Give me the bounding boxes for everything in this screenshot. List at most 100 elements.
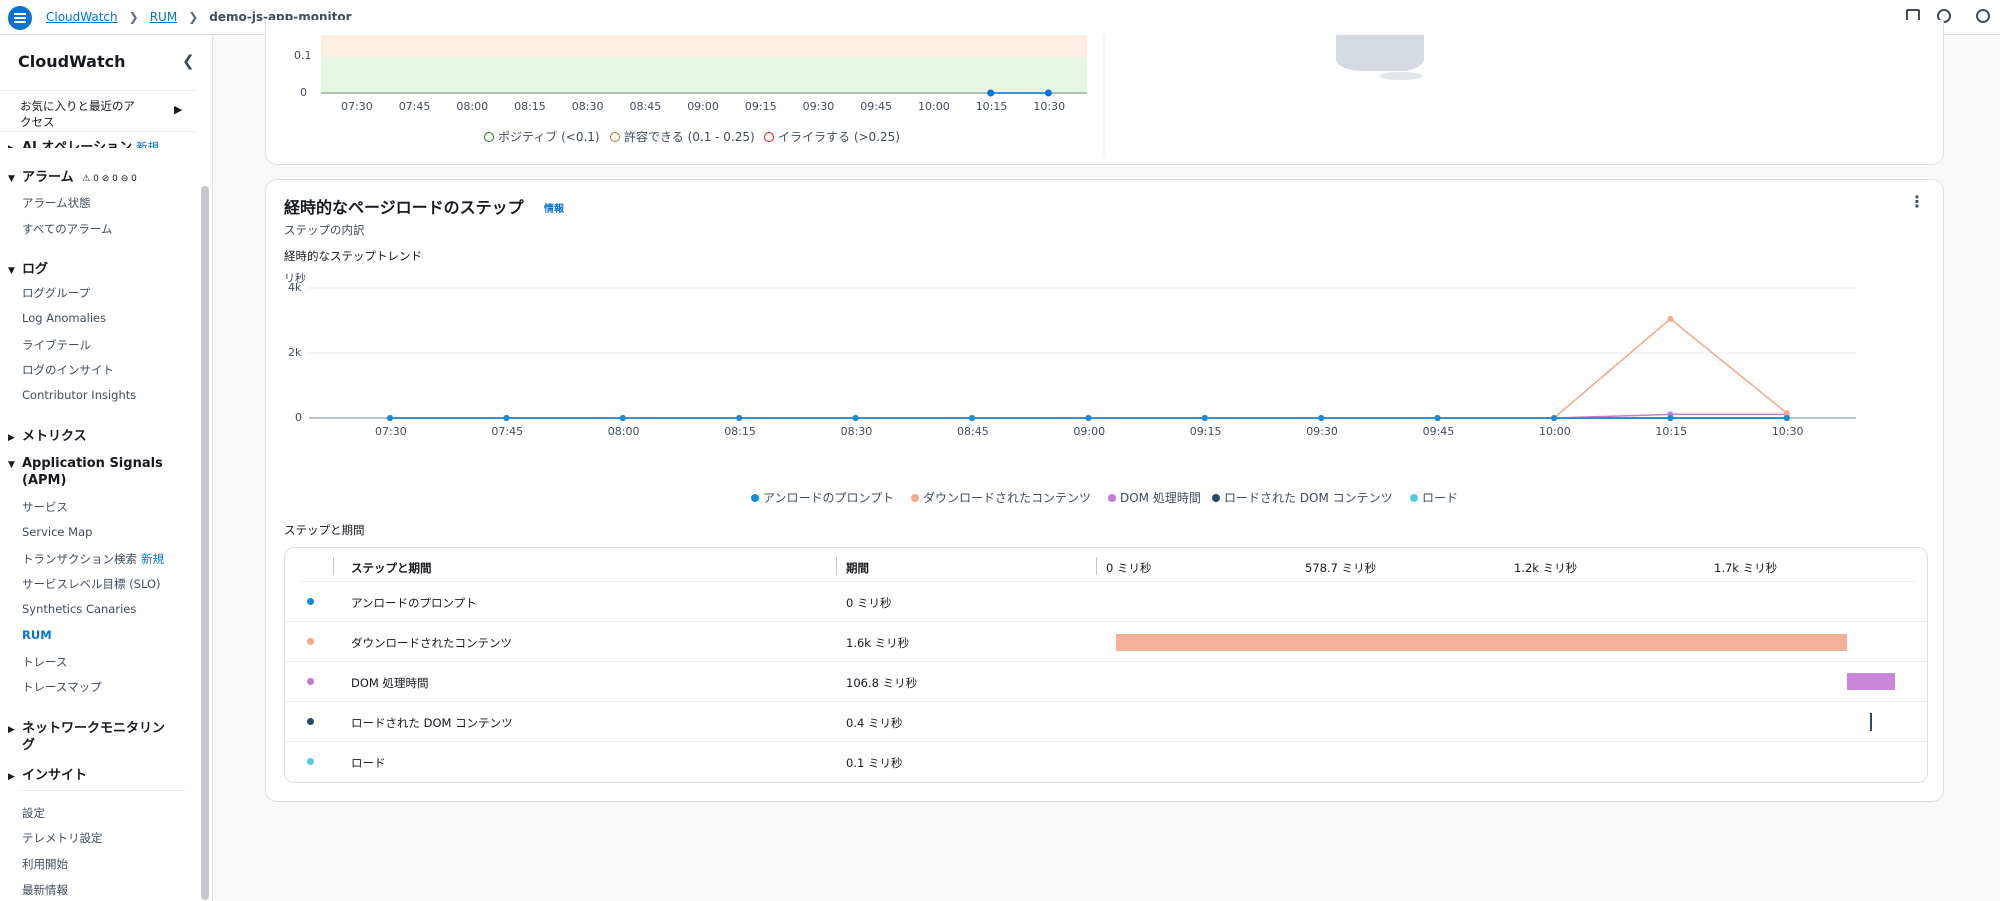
x-tick-label: 08:00 <box>607 425 640 438</box>
duration-bar[interactable] <box>1847 673 1895 690</box>
chevron-left-icon[interactable]: ❮ <box>182 52 195 70</box>
nav-log-anomalies[interactable]: Log Anomalies <box>22 311 106 325</box>
scale-tick: 1.2k ミリ秒 <box>1514 561 1578 575</box>
legend-item[interactable]: DOM 処理時間 <box>1108 489 1201 506</box>
x-tick-label: 07:30 <box>375 425 407 438</box>
x-tick-label: 08:30 <box>840 425 873 438</box>
breadcrumb-cloudwatch[interactable]: CloudWatch <box>46 10 118 24</box>
x-tick-label: 09:30 <box>1306 425 1338 438</box>
data-point[interactable] <box>619 415 626 421</box>
legend-frustrating[interactable]: イライラする (>0.25) <box>764 128 900 145</box>
cls-y-tick-0.1: 0.1 <box>294 49 312 62</box>
nav-application-signals[interactable]: ▼ Application Signals <box>8 456 163 471</box>
data-point[interactable] <box>969 415 975 421</box>
favorites-section[interactable]: お気に入りと最近のアクセス ▶ <box>0 90 195 132</box>
data-point[interactable] <box>1318 415 1325 421</box>
row-step-name: ロード <box>351 756 386 770</box>
nav-slo[interactable]: サービスレベル目標 (SLO) <box>22 576 160 592</box>
legend-item[interactable]: ダウンロードされたコンテンツ <box>911 489 1091 506</box>
nav-application-signals-apm: (APM) <box>22 473 67 488</box>
nav-rum[interactable]: RUM <box>22 628 52 642</box>
info-link[interactable]: 情報 <box>544 200 564 215</box>
nav-alarm-state[interactable]: アラーム状態 <box>22 195 91 211</box>
sidebar-scrollbar[interactable] <box>201 186 209 900</box>
nav-logs[interactable]: ▼ ログ <box>8 258 48 277</box>
nav-log-groups[interactable]: ロググループ <box>22 285 90 301</box>
nav-all-alarms[interactable]: すべてのアラーム <box>22 221 112 237</box>
data-point[interactable] <box>1667 415 1674 421</box>
nav-live-tail[interactable]: ライブテール <box>22 337 91 353</box>
header-duration[interactable]: 期間 <box>846 560 869 576</box>
nav-service-map[interactable]: Service Map <box>22 525 92 539</box>
menu-icon[interactable] <box>8 6 32 30</box>
more-actions-icon[interactable]: ⋮ <box>1909 192 1925 211</box>
row-duration: 0.1 ミリ秒 <box>846 756 903 770</box>
legend-item[interactable]: アンロードのプロンプト <box>751 489 894 506</box>
data-point[interactable] <box>1434 415 1441 421</box>
data-point[interactable] <box>1551 415 1557 421</box>
cls-data-point[interactable] <box>987 89 995 97</box>
series-color-dot <box>307 678 314 685</box>
data-point[interactable] <box>1783 415 1790 421</box>
series-color-dot <box>307 638 314 645</box>
row-step-name: ロードされた DOM コンテンツ <box>351 716 513 730</box>
data-point[interactable] <box>852 415 859 421</box>
breadcrumb-rum[interactable]: RUM <box>150 10 177 24</box>
cls-x-tick: 09:30 <box>802 100 835 113</box>
nav-network-monitoring-2: グ <box>22 738 36 753</box>
legend-positive[interactable]: ポジティブ (<0.1) <box>484 128 600 145</box>
nav-settings[interactable]: 設定 <box>22 805 45 821</box>
favorites-label: お気に入りと最近のアクセス <box>20 99 135 129</box>
duration-bar[interactable] <box>1870 713 1872 731</box>
nav-ai-operations[interactable]: ▶AI オペレーション新規 <box>8 136 159 148</box>
nav-synthetics[interactable]: Synthetics Canaries <box>22 602 136 616</box>
row-duration: 106.8 ミリ秒 <box>846 676 918 690</box>
x-tick-label: 10:00 <box>1539 425 1571 438</box>
cls-x-tick: 09:45 <box>860 100 892 113</box>
series-line <box>390 317 1788 419</box>
sidebar-title: CloudWatch <box>18 52 126 71</box>
settings-icon[interactable] <box>1976 9 1990 23</box>
nav-insights[interactable]: ▶ インサイト <box>8 764 87 783</box>
data-point[interactable] <box>1201 415 1208 421</box>
duration-bar[interactable] <box>1116 634 1847 651</box>
header-step[interactable]: ステップと期間 <box>351 560 432 576</box>
series-color-dot <box>307 718 314 725</box>
data-point[interactable] <box>736 415 743 421</box>
legend-dot-icon <box>1108 494 1116 502</box>
cls-x-tick: 07:30 <box>341 100 373 113</box>
alarm-counts: ⚠ 0 ⊘ 0 ⊖ 0 <box>82 174 137 184</box>
nav-transaction-search[interactable]: トランザクション検索 新規 <box>22 551 164 567</box>
nav-contributor-insights[interactable]: Contributor Insights <box>22 388 136 402</box>
legend-item[interactable]: ロードされた DOM コンテンツ <box>1212 489 1393 506</box>
cls-x-tick: 08:30 <box>571 100 604 113</box>
data-point[interactable] <box>387 415 393 421</box>
nav-log-insights[interactable]: ログのインサイト <box>22 362 114 378</box>
nav-services[interactable]: サービス <box>22 499 68 515</box>
scale-tick: 0 ミリ秒 <box>1106 561 1152 575</box>
data-point[interactable] <box>503 415 510 421</box>
nav-telemetry-settings[interactable]: テレメトリ設定 <box>22 830 103 846</box>
x-tick-label: 08:45 <box>957 425 989 438</box>
nav-traces[interactable]: トレース <box>22 654 67 670</box>
legend-acceptable[interactable]: 許容できる (0.1 - 0.25) <box>610 128 755 145</box>
x-tick-label: 08:15 <box>724 425 756 438</box>
legend-acceptable-icon <box>610 132 620 142</box>
positive-band <box>321 57 1087 94</box>
nav-whats-new[interactable]: 最新情報 <box>22 882 68 898</box>
nav-trace-map[interactable]: トレースマップ <box>22 679 102 695</box>
cls-data-point[interactable] <box>1044 89 1052 97</box>
data-point[interactable] <box>1667 315 1674 322</box>
cls-card: 0.1 0 07:30 07:45 08:00 08:15 08:30 08:45 09:0… <box>265 20 1944 165</box>
cls-y-tick-0: 0 <box>300 86 307 99</box>
nav-getting-started[interactable]: 利用開始 <box>22 856 68 872</box>
nav-metrics[interactable]: ▶ メトリクス <box>8 425 87 444</box>
row-step-name: ダウンロードされたコンテンツ <box>351 636 512 650</box>
data-point[interactable] <box>1085 415 1092 421</box>
nav-alarms[interactable]: ▼ アラーム ⚠ 0 ⊘ 0 ⊖ 0 <box>8 166 137 185</box>
scale-tick: 1.7k ミリ秒 <box>1714 561 1778 575</box>
legend-item[interactable]: ロード <box>1410 489 1458 506</box>
cls-x-tick: 09:15 <box>744 100 777 113</box>
scale-tick: 578.7 ミリ秒 <box>1305 561 1377 575</box>
x-tick-label: 10:30 <box>1771 425 1804 438</box>
